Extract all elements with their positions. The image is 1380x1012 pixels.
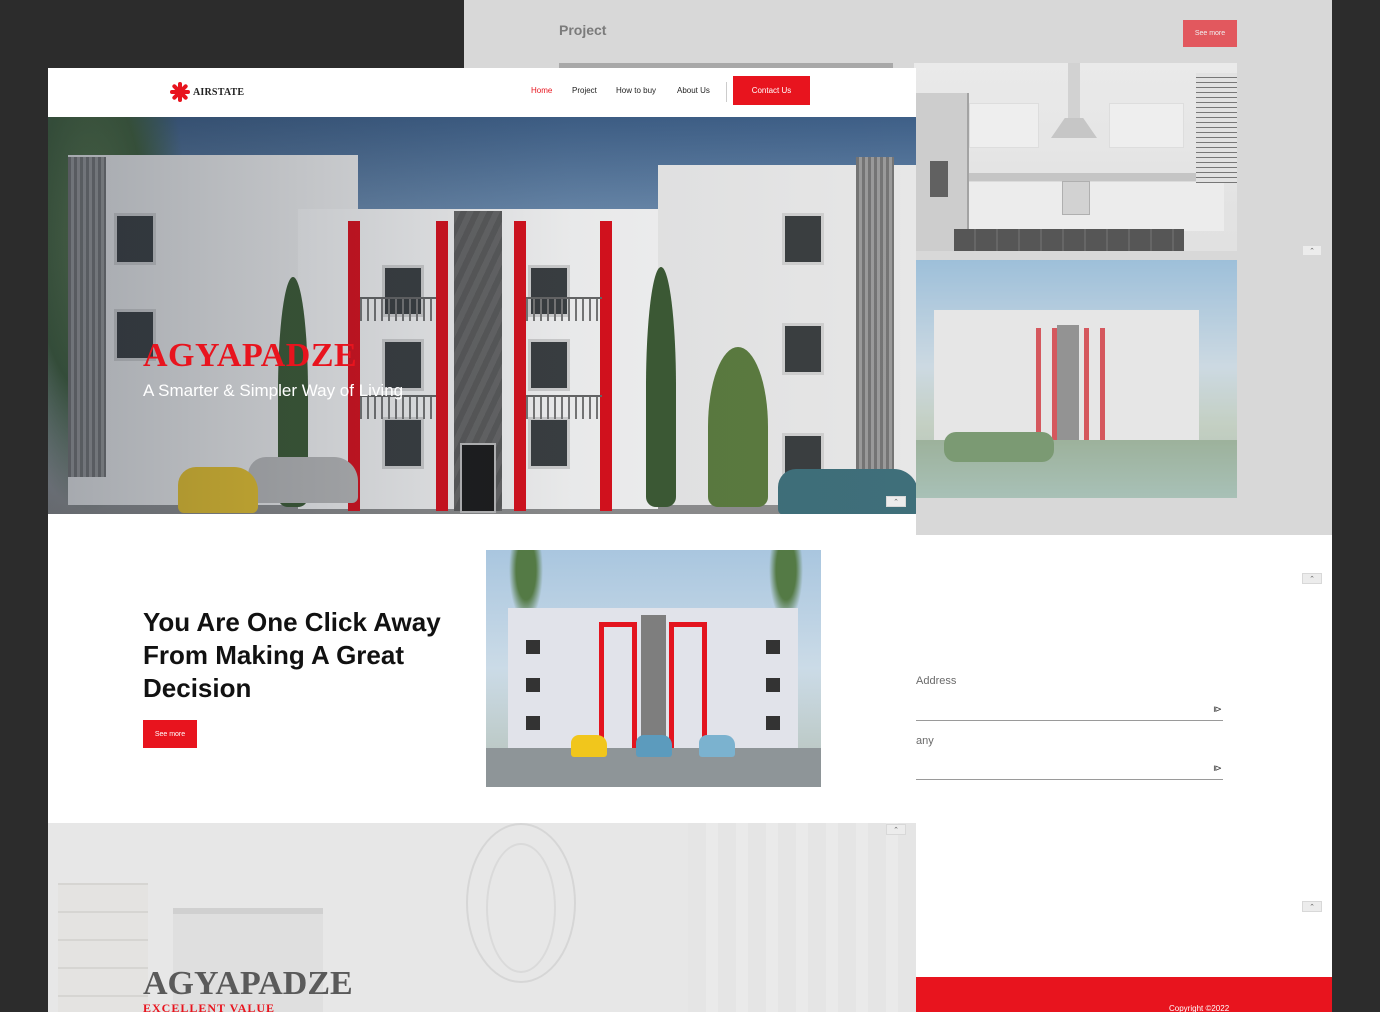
fridge-shape: [914, 93, 969, 251]
cta-see-more-button[interactable]: See more: [143, 720, 197, 748]
sunburst-logo-icon: [170, 82, 190, 102]
project-section-title: Project: [559, 22, 607, 38]
scroll-top-button[interactable]: ⌃: [886, 824, 906, 835]
nav-item-home[interactable]: Home: [531, 86, 552, 95]
interior-subtitle: EXCELLENT VALUE: [143, 1001, 276, 1012]
nav-item-how-to-buy[interactable]: How to buy: [616, 86, 656, 95]
range-hood-shape: [1051, 63, 1097, 141]
company-field[interactable]: [916, 779, 1223, 780]
hero-title: AGYAPADZE: [143, 337, 358, 374]
hero-subtitle: A Smarter & Simpler Way of Living: [143, 381, 404, 400]
building-exterior-photo: [914, 260, 1237, 498]
interior-title: AGYAPADZE: [143, 965, 353, 1002]
scroll-top-button[interactable]: ⌃: [1302, 901, 1322, 912]
nav-divider: [726, 82, 727, 102]
front-page-preview: AIRSTATE Home Project How to buy About U…: [48, 68, 916, 1012]
scroll-top-button[interactable]: ⌃: [886, 496, 906, 507]
hero-banner: AGYAPADZE A Smarter & Simpler Way of Liv…: [48, 117, 916, 514]
project-see-more-button[interactable]: See more: [1183, 20, 1237, 47]
cta-heading: You Are One Click Away From Making A Gre…: [143, 607, 441, 703]
company-field-label: any: [916, 735, 934, 747]
kitchen-photo: [914, 63, 1237, 251]
scroll-top-button[interactable]: ⌃: [1302, 245, 1322, 256]
interior-banner: AGYAPADZE EXCELLENT VALUE: [48, 823, 916, 1012]
input-assist-icon: ⧐: [1213, 763, 1222, 773]
copyright-text: Copyright ©2022: [1169, 1004, 1230, 1012]
scroll-top-button[interactable]: ⌃: [1302, 573, 1322, 584]
brand-name: AIRSTATE: [193, 86, 245, 98]
address-field[interactable]: [916, 720, 1223, 721]
building-render-photo: [486, 550, 821, 787]
top-navbar: AIRSTATE Home Project How to buy About U…: [48, 68, 916, 117]
contact-us-button[interactable]: Contact Us: [733, 76, 810, 105]
nav-item-about-us[interactable]: About Us: [677, 86, 710, 95]
nav-item-project[interactable]: Project: [572, 86, 597, 95]
address-field-label: Address: [916, 675, 957, 687]
brand-logo[interactable]: AIRSTATE: [170, 82, 244, 102]
input-assist-icon: ⧐: [1213, 704, 1222, 714]
